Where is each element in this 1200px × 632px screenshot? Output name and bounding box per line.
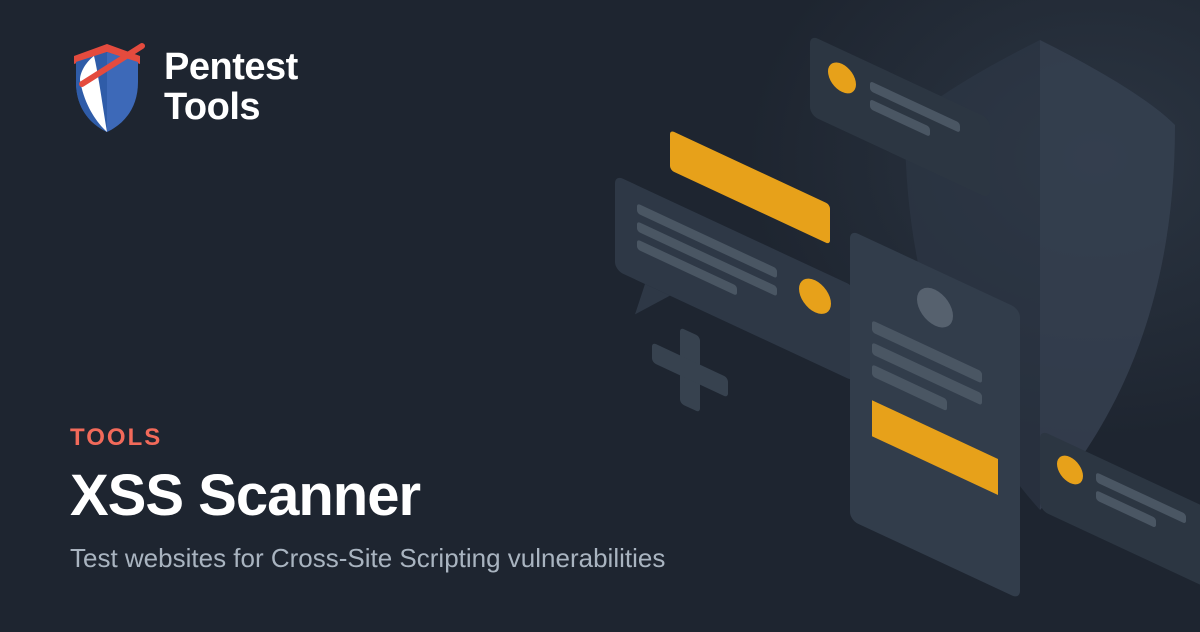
- hero-banner: Pentest Tools TOOLS XSS Scanner Test web…: [0, 0, 1200, 632]
- eyebrow-label: TOOLS: [70, 424, 665, 452]
- plus-icon: [652, 327, 728, 412]
- brand-name-line2: Tools: [164, 88, 298, 128]
- brand-name-line1: Pentest: [164, 48, 298, 88]
- brand-logo: Pentest Tools: [68, 42, 298, 134]
- brand-name: Pentest Tools: [164, 48, 298, 128]
- panel-card-icon: [850, 230, 1020, 599]
- shield-large-icon: [905, 40, 1175, 510]
- page-subtitle: Test websites for Cross-Site Scripting v…: [70, 543, 665, 574]
- hero-content: TOOLS XSS Scanner Test websites for Cros…: [70, 424, 665, 574]
- page-title: XSS Scanner: [70, 462, 665, 529]
- chat-card-small-icon: [1040, 430, 1200, 589]
- shield-logo-icon: [68, 42, 146, 134]
- chat-card-icon: [810, 35, 990, 199]
- button-bar-icon: [670, 130, 830, 245]
- chat-card-with-tail-icon: [615, 175, 855, 417]
